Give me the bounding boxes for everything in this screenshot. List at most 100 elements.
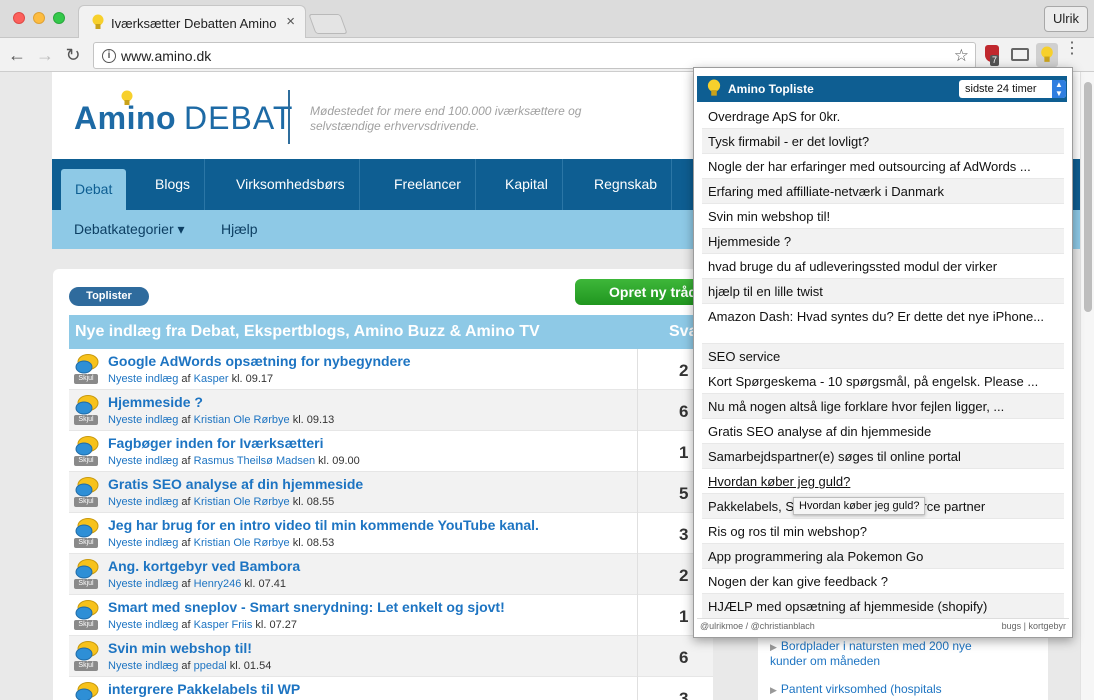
hide-button[interactable]: Skjul (74, 415, 98, 425)
topliste-item[interactable]: SEO service (702, 344, 1064, 369)
forward-button[interactable]: → (33, 43, 57, 67)
back-button[interactable]: ← (5, 43, 29, 67)
hide-button[interactable]: Skjul (74, 497, 98, 507)
scroll-thumb[interactable] (1084, 82, 1092, 312)
hide-button[interactable]: Skjul (74, 661, 98, 671)
topliste-item[interactable]: Erfaring med affilliate-netværk i Danmar… (702, 179, 1064, 204)
topliste-item[interactable]: Gratis SEO analyse af din hjemmeside (702, 419, 1064, 444)
nav-kapital[interactable]: Kapital (491, 159, 563, 210)
topliste-item[interactable]: Nogen der kan give feedback ? (702, 569, 1064, 594)
author-link[interactable]: Henry246 (194, 578, 242, 590)
thread-meta: Nyeste indlæg af Kasper Friis kl. 07.27 (108, 619, 297, 631)
thread-title[interactable]: Smart med sneplov - Smart snerydning: Le… (108, 599, 505, 615)
nav-virksomhedsbors[interactable]: Virksomhedsbørs (222, 159, 360, 210)
reload-button[interactable]: ↻ (61, 43, 85, 67)
column-divider (637, 513, 638, 554)
close-tab-icon[interactable]: × (286, 13, 295, 30)
thread-title[interactable]: Gratis SEO analyse af din hjemmeside (108, 476, 363, 492)
nav-blogs[interactable]: Blogs (141, 159, 206, 210)
hide-button[interactable]: Skjul (74, 538, 98, 548)
profile-button[interactable]: Ulrik (1044, 6, 1088, 32)
topliste-item[interactable]: Nogle der har erfaringer med outsourcing… (702, 154, 1064, 179)
topliste-item[interactable]: Tysk firmabil - er det lovligt? (702, 129, 1064, 154)
close-window-button[interactable] (13, 12, 25, 24)
cast-icon[interactable] (1011, 48, 1029, 61)
address-bar[interactable]: i www.amino.dk ☆ (93, 42, 976, 69)
time-range-select[interactable]: sidste 24 timer ▲ ▼ (959, 80, 1066, 98)
topliste-item[interactable]: Kort Spørgeskema - 10 spørgsmål, på enge… (702, 369, 1064, 394)
author-link[interactable]: Kristian Ole Rørbye (194, 496, 290, 508)
post-time: kl. 09.00 (318, 455, 360, 467)
newest-post-link[interactable]: Nyeste indlæg (108, 619, 178, 631)
bookmark-star-icon[interactable]: ☆ (954, 46, 969, 66)
topliste-item[interactable]: hjælp til en lille twist (702, 279, 1064, 304)
table-row: Skjul Smart med sneplov - Smart snerydnin… (69, 595, 713, 636)
newest-post-link[interactable]: Nyeste indlæg (108, 373, 178, 385)
subnav-hjaelp[interactable]: Hjælp (221, 210, 258, 249)
nav-debat[interactable]: Debat (61, 169, 127, 210)
thread-title[interactable]: Jeg har brug for en intro video til min … (108, 517, 539, 533)
popup-credits[interactable]: @ulrikmoe / @christianblach (700, 621, 815, 631)
newest-post-link[interactable]: Nyeste indlæg (108, 414, 178, 426)
reply-count: 2 (679, 566, 689, 585)
subnav-debatkategorier[interactable]: Debatkategorier ▾ (74, 210, 185, 249)
newest-post-link[interactable]: Nyeste indlæg (108, 496, 178, 508)
author-link[interactable]: Kristian Ole Rørbye (194, 537, 290, 549)
toplister-button[interactable]: Toplister (69, 287, 149, 306)
topliste-item[interactable]: Ris og ros til min webshop? (702, 519, 1064, 544)
thread-title[interactable]: Fagbøger inden for Iværksætteri (108, 435, 323, 451)
info-icon[interactable]: i (102, 49, 116, 63)
topliste-item[interactable]: Hvordan køber jeg guld? (702, 469, 1064, 494)
maximize-window-button[interactable] (53, 12, 65, 24)
minimize-window-button[interactable] (33, 12, 45, 24)
thread-meta: Nyeste indlæg af ppedal kl. 01.54 (108, 660, 271, 672)
topliste-item[interactable]: HJÆLP med opsætning af hjemmeside (shopi… (702, 594, 1064, 619)
thread-title[interactable]: Google AdWords opsætning for nybegyndere (108, 353, 411, 369)
thread-title[interactable]: Svin min webshop til! (108, 640, 252, 656)
newest-post-link[interactable]: Nyeste indlæg (108, 537, 178, 549)
topliste-item[interactable]: Hjemmeside ? (702, 229, 1064, 254)
author-link[interactable]: Kasper Friis (194, 619, 253, 631)
nav-regnskab[interactable]: Regnskab (580, 159, 673, 210)
hide-button[interactable]: Skjul (74, 579, 98, 589)
topliste-item[interactable]: hvad bruge du af udleveringssted modul d… (702, 254, 1064, 279)
author-link[interactable]: ppedal (194, 660, 227, 672)
browser-tab[interactable]: Iværksætter Debatten Amino × (78, 5, 306, 39)
reply-count: 5 (679, 484, 689, 503)
amino-topliste-popup: Amino Topliste sidste 24 timer ▲ ▼ Overdr… (693, 67, 1073, 638)
topliste-item[interactable]: Amazon Dash: Hvad syntes du? Er dette de… (702, 304, 1064, 344)
author-link[interactable]: Kristian Ole Rørbye (194, 414, 290, 426)
hide-button[interactable]: Skjul (74, 456, 98, 466)
newest-post-link[interactable]: Nyeste indlæg (108, 660, 178, 672)
column-divider (637, 636, 638, 677)
thread-title[interactable]: intergrere Pakkelabels til WP (108, 681, 300, 697)
thread-title[interactable]: Ang. kortgebyr ved Bambora (108, 558, 300, 574)
side-link[interactable]: ▶ Bordplader i natursten med 200 nye kund… (770, 639, 1000, 668)
author-link[interactable]: Kasper (194, 373, 229, 385)
hide-button[interactable]: Skjul (74, 374, 98, 384)
topliste-item[interactable]: Samarbejdspartner(e) søges til online po… (702, 444, 1064, 469)
topliste-item[interactable]: Svin min webshop til! (702, 204, 1064, 229)
table-row: Skjul Jeg har brug for en intro video til… (69, 513, 713, 554)
topliste-item[interactable]: Overdrage ApS for 0kr. (702, 104, 1064, 129)
post-time: kl. 07.27 (255, 619, 297, 631)
table-row: Skjul Gratis SEO analyse af din hjemmesid… (69, 472, 713, 513)
new-tab-button[interactable] (308, 14, 348, 34)
post-time: kl. 07.41 (244, 578, 286, 590)
author-link[interactable]: Rasmus Theilsø Madsen (194, 455, 315, 467)
newest-post-link[interactable]: Nyeste indlæg (108, 455, 178, 467)
browser-menu-icon[interactable]: ⋮ (1064, 41, 1080, 57)
popup-footer-links[interactable]: bugs | kortgebyr (1002, 621, 1066, 631)
hide-button[interactable]: Skjul (74, 620, 98, 630)
topliste-item[interactable]: Nu må nogen altså lige forklare hvor fej… (702, 394, 1064, 419)
logo-bulb-icon (121, 90, 133, 105)
nav-freelancer[interactable]: Freelancer (380, 159, 476, 210)
site-logo[interactable]: Amino DEBAT (74, 100, 293, 137)
post-time: kl. 08.55 (292, 496, 335, 508)
side-link[interactable]: ▶ Pantent virksomhed (hospitals (770, 682, 1000, 697)
page-scrollbar[interactable] (1080, 72, 1094, 700)
url-text[interactable]: www.amino.dk (121, 48, 211, 64)
thread-title[interactable]: Hjemmeside ? (108, 394, 203, 410)
newest-post-link[interactable]: Nyeste indlæg (108, 578, 178, 590)
topliste-item[interactable]: App programmering ala Pokemon Go (702, 544, 1064, 569)
